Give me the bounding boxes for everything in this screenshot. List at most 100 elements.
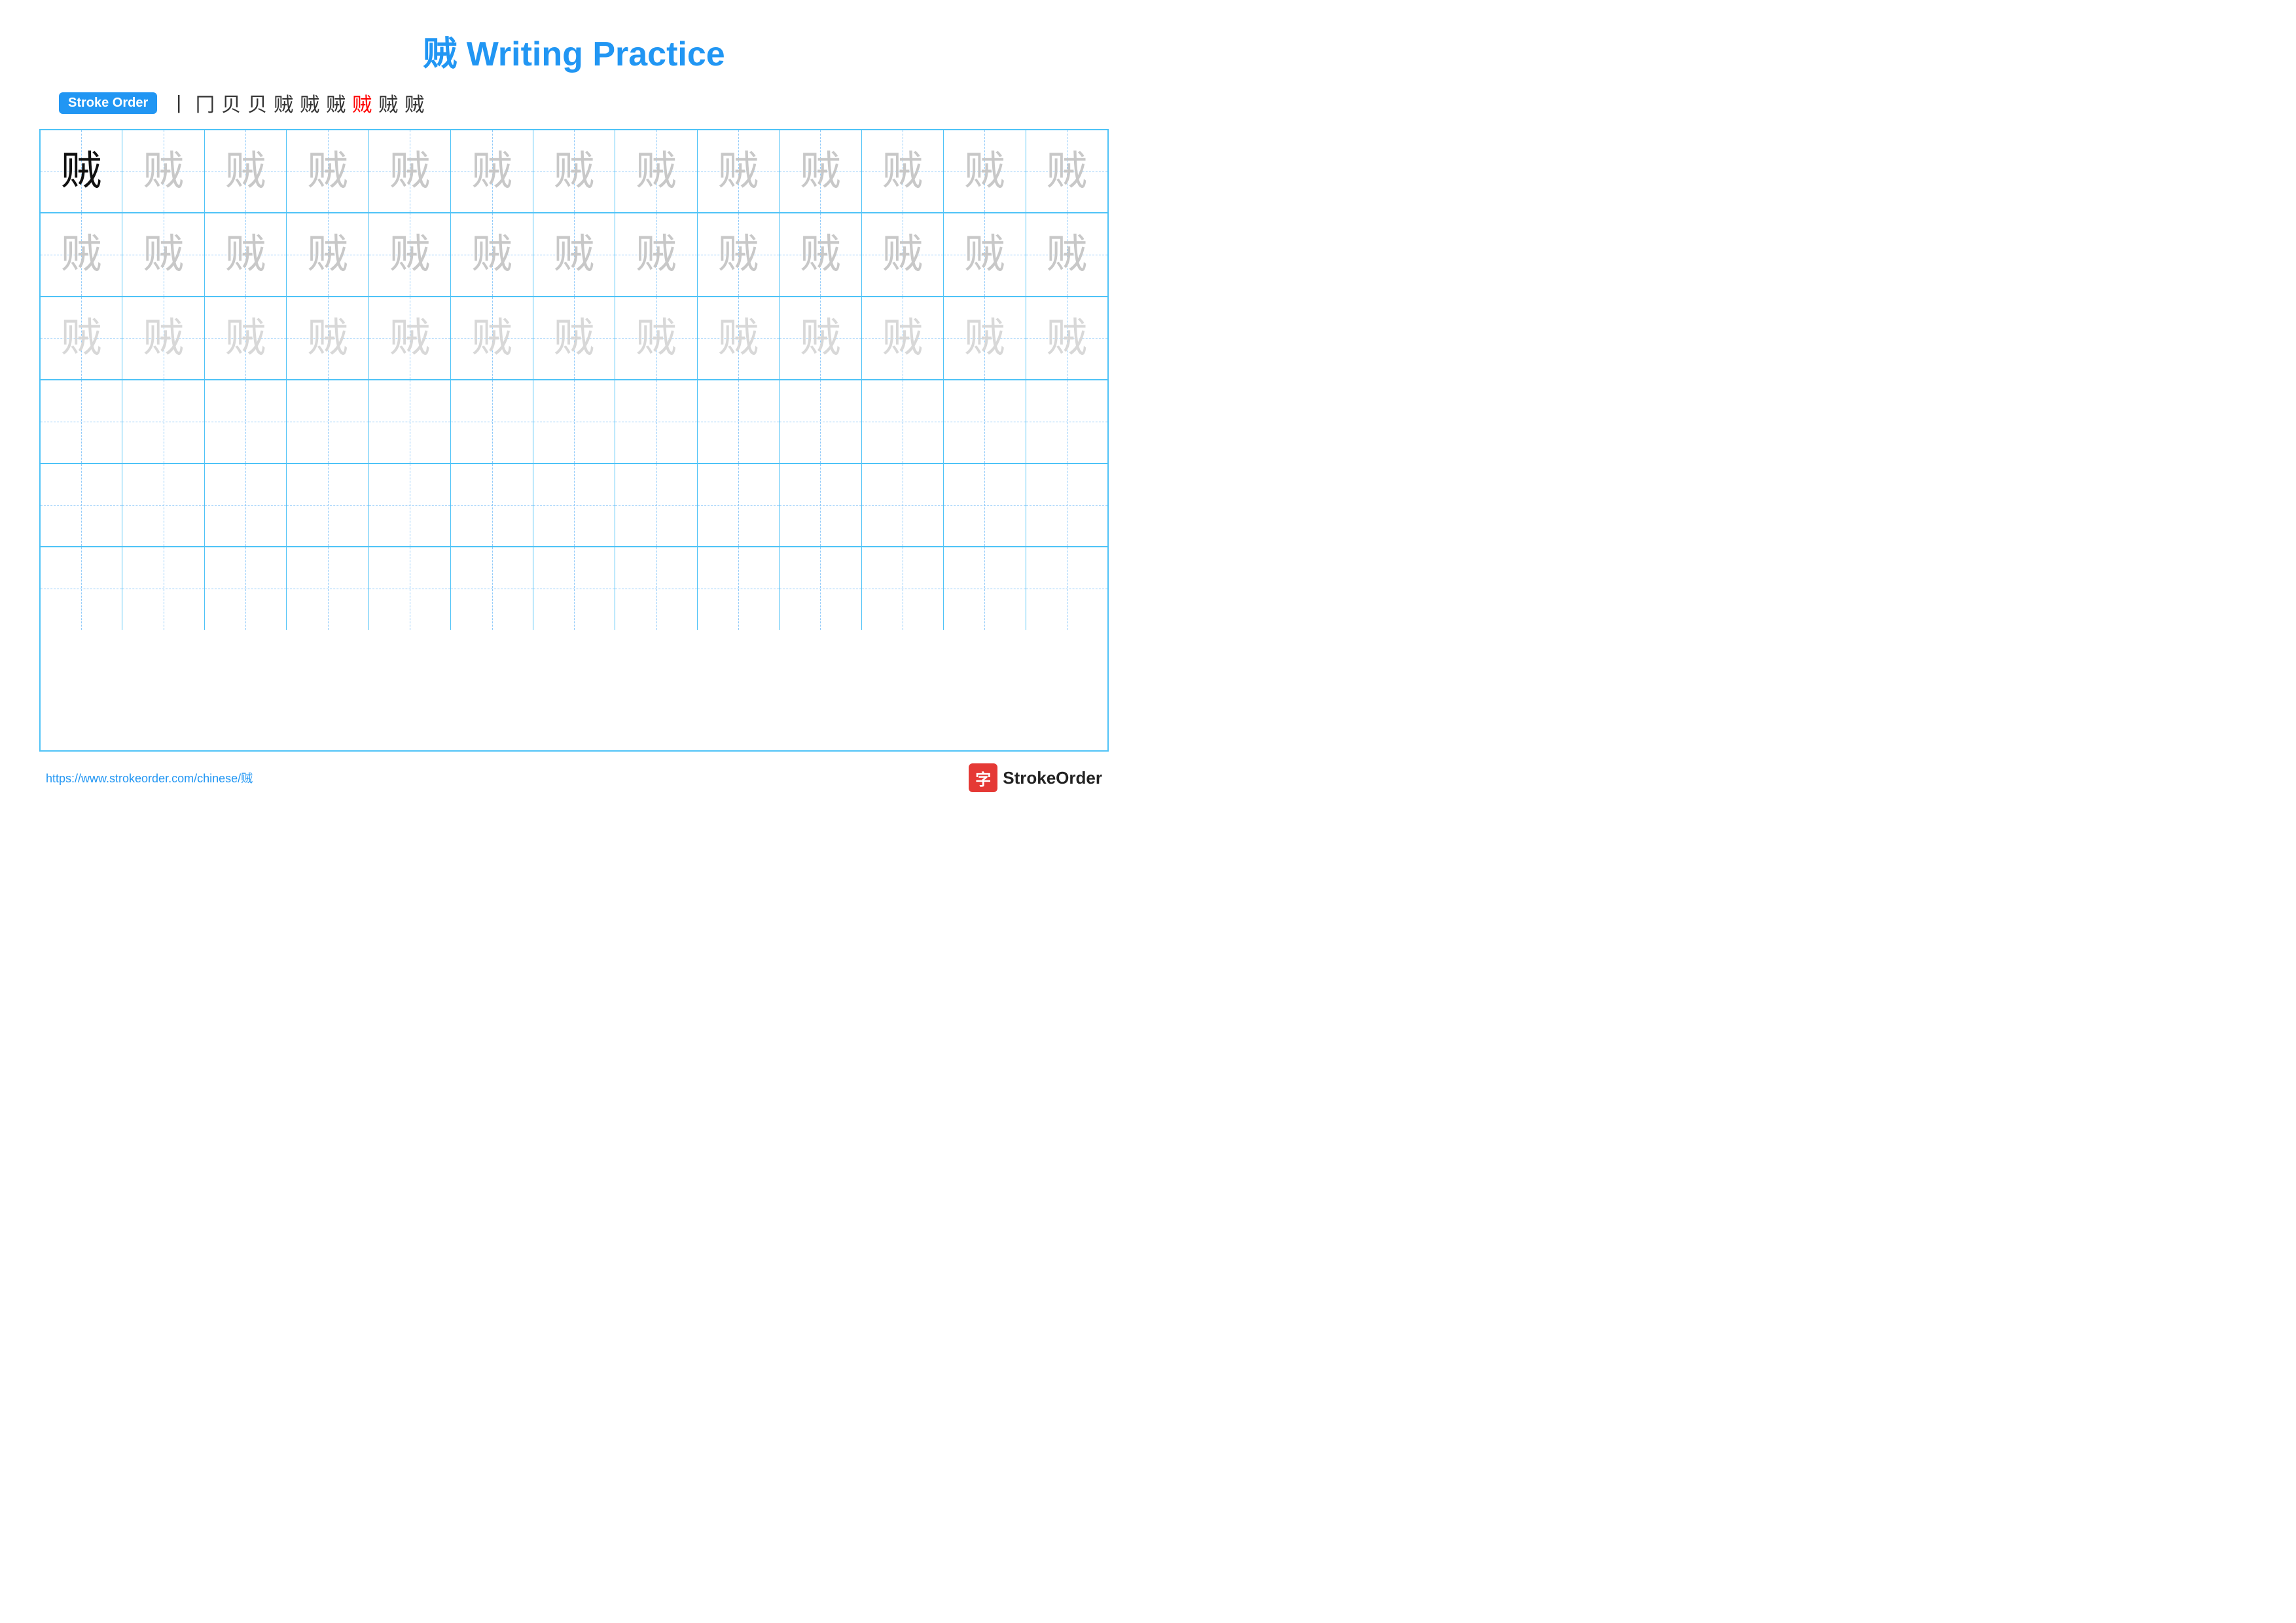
grid-cell[interactable]: 贼 <box>205 130 287 212</box>
grid-cell[interactable] <box>615 380 697 462</box>
grid-cell[interactable]: 贼 <box>780 130 861 212</box>
practice-char: 贼 <box>964 234 1005 275</box>
practice-char: 贼 <box>143 234 184 275</box>
practice-char: 贼 <box>389 318 430 359</box>
grid-cell[interactable]: 贼 <box>698 297 780 379</box>
stroke-step: 贼 <box>378 88 398 117</box>
grid-cell[interactable] <box>698 464 780 546</box>
grid-cell[interactable]: 贼 <box>698 213 780 295</box>
practice-char: 贼 <box>308 318 348 359</box>
grid-cell[interactable] <box>122 380 204 462</box>
grid-cell[interactable] <box>533 380 615 462</box>
grid-cell[interactable]: 贼 <box>615 130 697 212</box>
grid-cell[interactable] <box>41 464 122 546</box>
grid-cell[interactable]: 贼 <box>122 297 204 379</box>
grid-cell[interactable]: 贼 <box>862 213 944 295</box>
grid-cell[interactable]: 贼 <box>451 297 533 379</box>
grid-cell[interactable]: 贼 <box>41 213 122 295</box>
grid-cell[interactable]: 贼 <box>451 213 533 295</box>
practice-char: 贼 <box>718 318 759 359</box>
grid-cell[interactable] <box>122 464 204 546</box>
grid-cell[interactable] <box>205 464 287 546</box>
grid-cell[interactable]: 贼 <box>369 213 451 295</box>
grid-row[interactable]: 贼贼贼贼贼贼贼贼贼贼贼贼贼 <box>41 130 1107 213</box>
grid-cell[interactable] <box>944 464 1026 546</box>
grid-cell[interactable] <box>780 380 861 462</box>
grid-cell[interactable]: 贼 <box>122 130 204 212</box>
grid-cell[interactable]: 贼 <box>369 297 451 379</box>
grid-cell[interactable]: 贼 <box>615 297 697 379</box>
grid-cell[interactable]: 贼 <box>205 297 287 379</box>
practice-char: 贼 <box>308 151 348 192</box>
grid-cell[interactable] <box>41 547 122 629</box>
grid-cell[interactable] <box>862 464 944 546</box>
grid-cell[interactable]: 贼 <box>780 297 861 379</box>
grid-row[interactable] <box>41 380 1107 464</box>
grid-cell[interactable]: 贼 <box>944 297 1026 379</box>
grid-row[interactable] <box>41 547 1107 629</box>
grid-cell[interactable] <box>1026 464 1107 546</box>
grid-cell[interactable] <box>780 464 861 546</box>
grid-cell[interactable] <box>451 380 533 462</box>
grid-cell[interactable]: 贼 <box>451 130 533 212</box>
practice-char: 贼 <box>882 234 923 275</box>
grid-cell[interactable]: 贼 <box>1026 213 1107 295</box>
stroke-steps: 丨冂贝贝贼贼贼贼贼贼 <box>169 88 424 117</box>
grid-cell[interactable] <box>1026 380 1107 462</box>
grid-cell[interactable] <box>862 547 944 629</box>
practice-char: 贼 <box>308 234 348 275</box>
grid-row[interactable]: 贼贼贼贼贼贼贼贼贼贼贼贼贼 <box>41 297 1107 380</box>
grid-cell[interactable]: 贼 <box>944 130 1026 212</box>
grid-cell[interactable] <box>369 547 451 629</box>
grid-cell[interactable]: 贼 <box>944 213 1026 295</box>
grid-cell[interactable] <box>533 547 615 629</box>
grid-cell[interactable] <box>451 547 533 629</box>
grid-cell[interactable] <box>369 380 451 462</box>
grid-cell[interactable]: 贼 <box>533 213 615 295</box>
grid-cell[interactable] <box>451 464 533 546</box>
practice-char: 贼 <box>225 234 266 275</box>
grid-cell[interactable] <box>287 380 368 462</box>
grid-row[interactable]: 贼贼贼贼贼贼贼贼贼贼贼贼贼 <box>41 213 1107 297</box>
practice-char: 贼 <box>472 318 512 359</box>
grid-cell[interactable]: 贼 <box>862 130 944 212</box>
grid-cell[interactable]: 贼 <box>122 213 204 295</box>
grid-cell[interactable] <box>615 464 697 546</box>
grid-cell[interactable] <box>615 547 697 629</box>
grid-cell[interactable]: 贼 <box>780 213 861 295</box>
grid-cell[interactable]: 贼 <box>698 130 780 212</box>
footer-url[interactable]: https://www.strokeorder.com/chinese/贼 <box>46 769 253 786</box>
grid-cell[interactable] <box>287 464 368 546</box>
grid-cell[interactable]: 贼 <box>287 130 368 212</box>
grid-cell[interactable] <box>205 380 287 462</box>
grid-cell[interactable]: 贼 <box>615 213 697 295</box>
grid-cell[interactable] <box>122 547 204 629</box>
grid-cell[interactable] <box>205 547 287 629</box>
practice-char: 贼 <box>800 234 840 275</box>
grid-cell[interactable] <box>1026 547 1107 629</box>
grid-cell[interactable] <box>944 547 1026 629</box>
grid-cell[interactable]: 贼 <box>862 297 944 379</box>
grid-cell[interactable]: 贼 <box>287 213 368 295</box>
grid-cell[interactable] <box>287 547 368 629</box>
practice-char: 贼 <box>225 151 266 192</box>
grid-cell[interactable] <box>41 380 122 462</box>
grid-cell[interactable]: 贼 <box>287 297 368 379</box>
grid-cell[interactable]: 贼 <box>41 130 122 212</box>
grid-cell[interactable] <box>533 464 615 546</box>
grid-cell[interactable]: 贼 <box>369 130 451 212</box>
grid-cell[interactable] <box>698 547 780 629</box>
grid-cell[interactable] <box>369 464 451 546</box>
grid-cell[interactable]: 贼 <box>1026 297 1107 379</box>
grid-row[interactable] <box>41 464 1107 547</box>
grid-cell[interactable]: 贼 <box>533 297 615 379</box>
grid-cell[interactable]: 贼 <box>205 213 287 295</box>
stroke-step: 贼 <box>274 88 293 117</box>
grid-cell[interactable] <box>698 380 780 462</box>
grid-cell[interactable] <box>780 547 861 629</box>
grid-cell[interactable] <box>944 380 1026 462</box>
grid-cell[interactable]: 贼 <box>41 297 122 379</box>
grid-cell[interactable]: 贼 <box>1026 130 1107 212</box>
grid-cell[interactable]: 贼 <box>533 130 615 212</box>
grid-cell[interactable] <box>862 380 944 462</box>
